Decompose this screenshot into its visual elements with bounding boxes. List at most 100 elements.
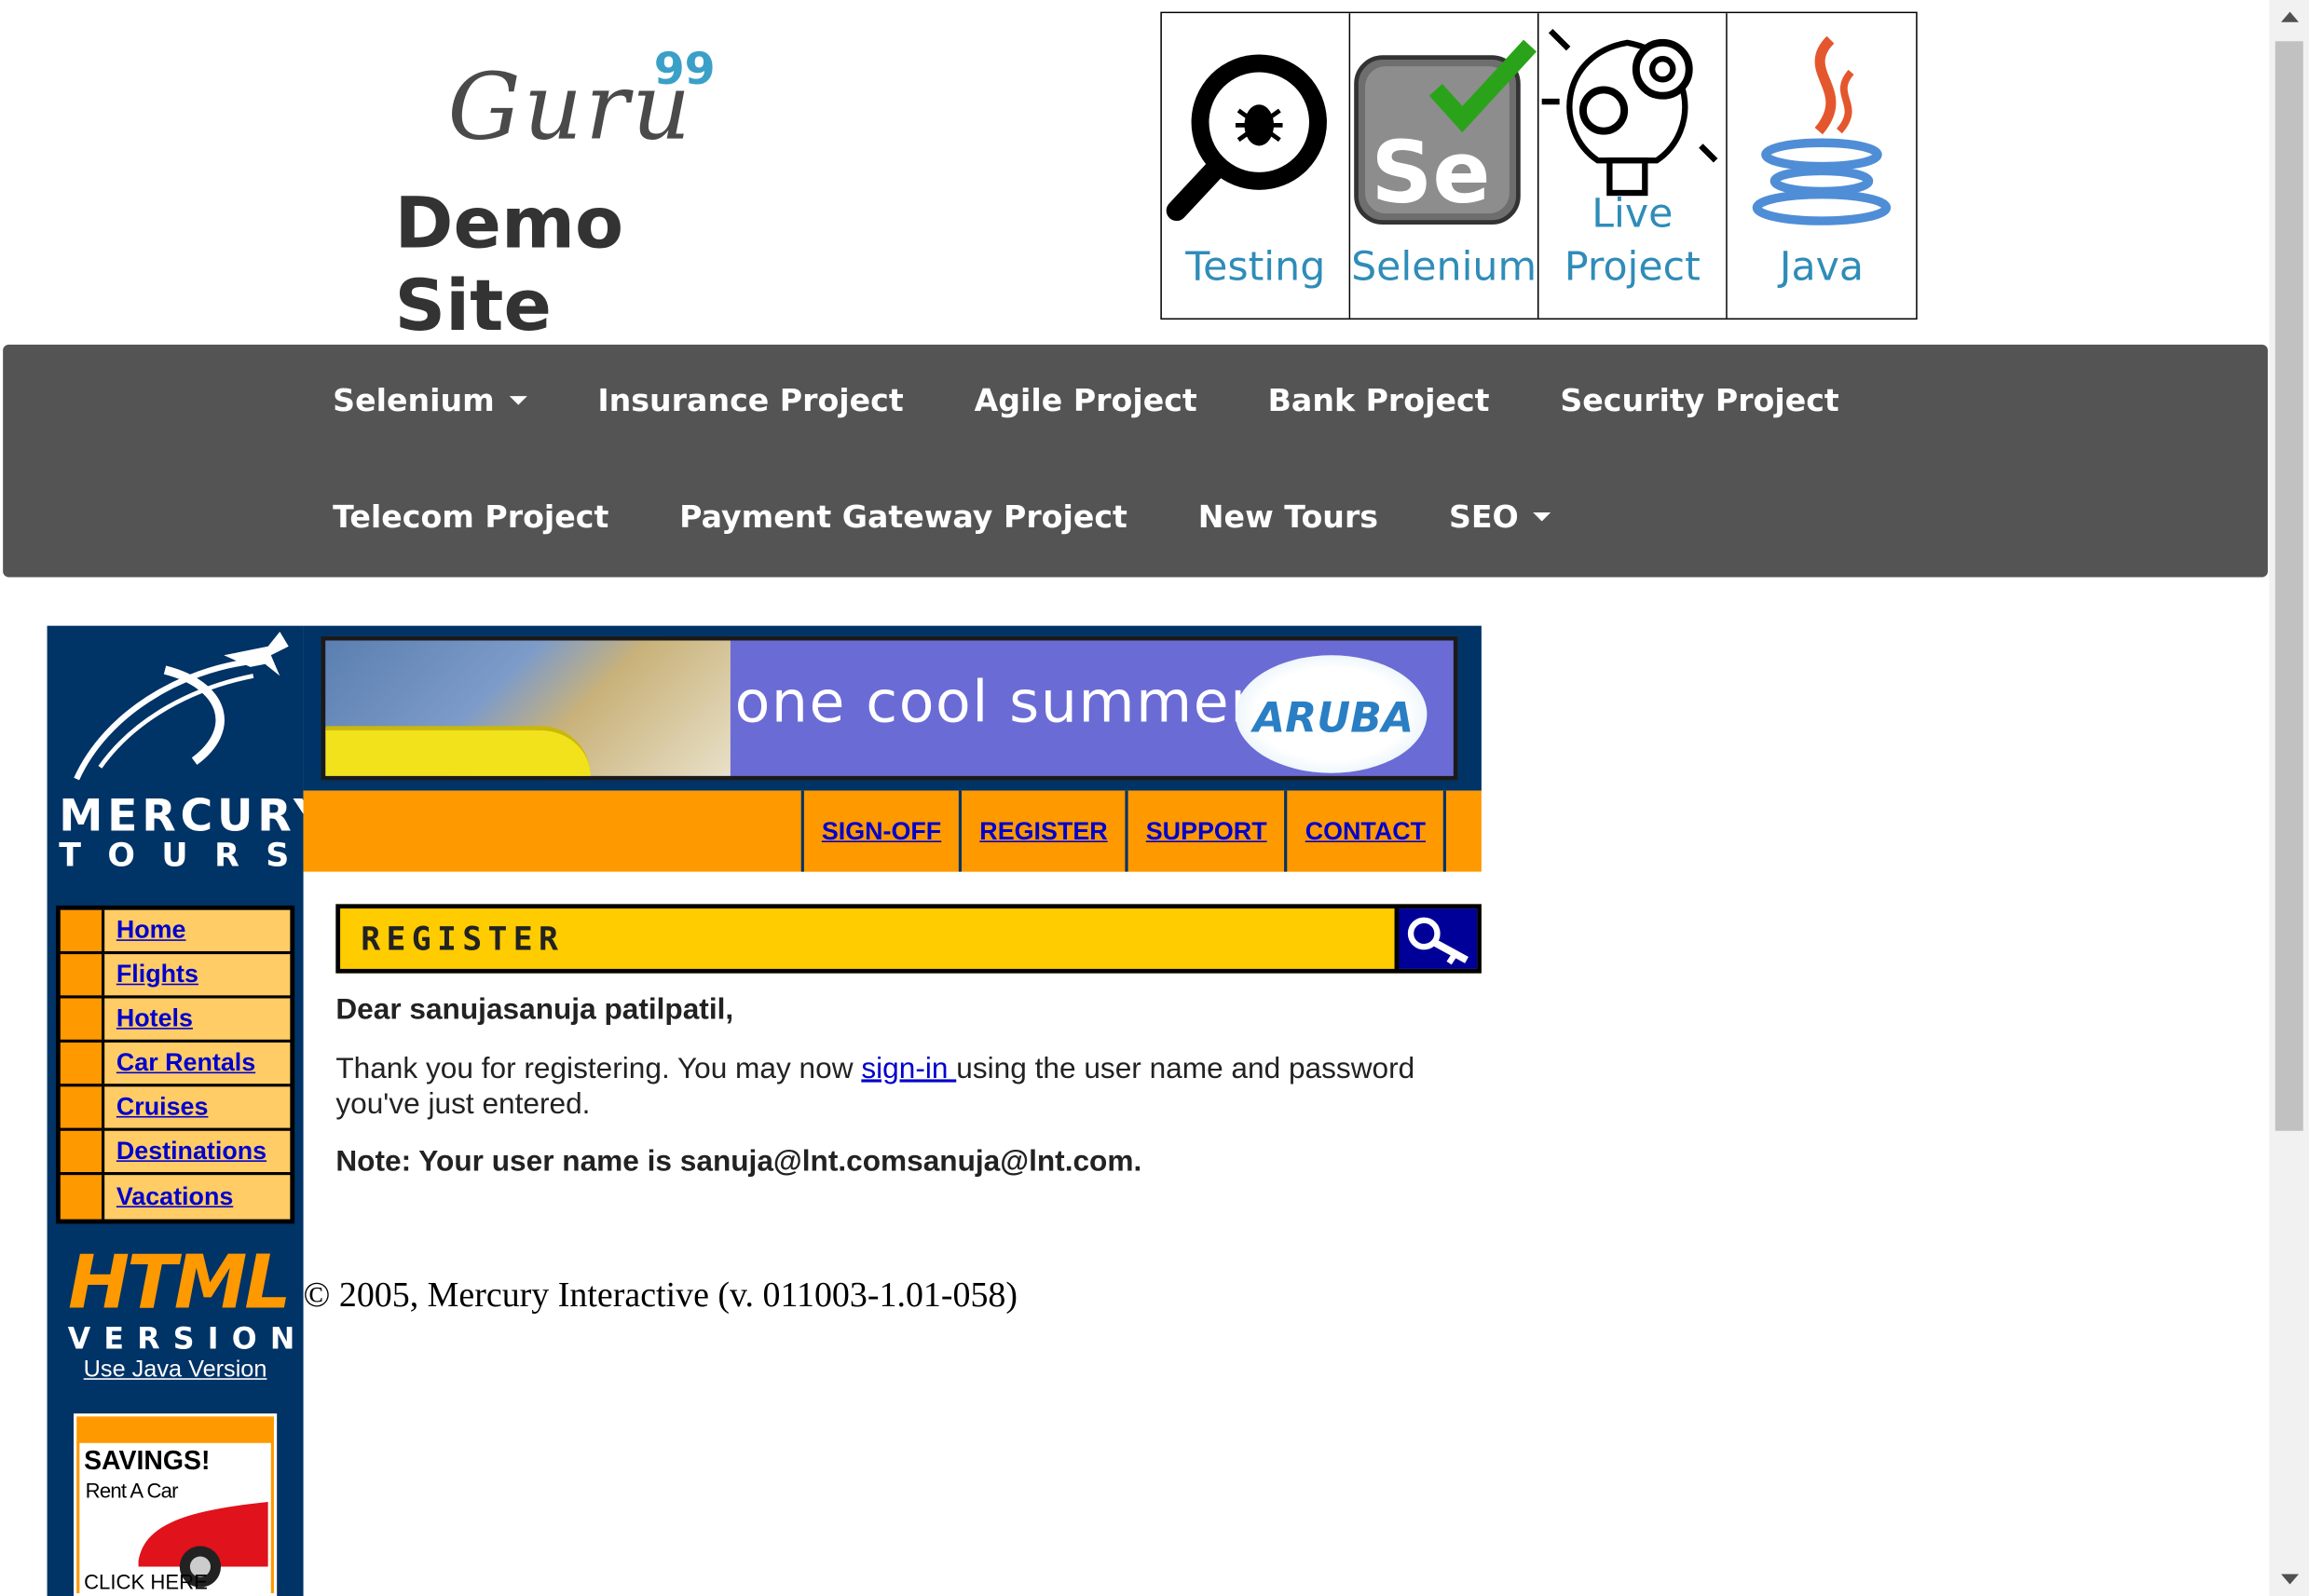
nav-label: Selenium: [333, 382, 495, 418]
bullet-square: [60, 998, 105, 1040]
thanks-before: Thank you for registering. You may now: [335, 1052, 862, 1085]
side-link-vacations[interactable]: Vacations: [116, 1182, 233, 1212]
logo-subtitle: Demo Site: [394, 182, 624, 348]
bullet-square: [60, 1042, 105, 1084]
tile-selenium[interactable]: Se Selenium: [1350, 13, 1539, 319]
nav-seo-dropdown[interactable]: SEO: [1449, 499, 1551, 535]
greeting: Dear sanujasanuja patilpatil,: [335, 993, 734, 1027]
side-nav-item: Cruises: [60, 1086, 291, 1131]
registration-message: Dear sanujasanuja patilpatil, Thank you …: [335, 994, 1469, 1180]
side-nav-item: Destinations: [60, 1130, 291, 1176]
side-nav-item: Home: [60, 909, 291, 955]
toplink-cell: CONTACT: [1284, 790, 1447, 872]
nav-insurance-project[interactable]: Insurance Project: [597, 383, 903, 418]
ad-panel: SAVINGS! Rent A Car CLICK HERE: [79, 1442, 271, 1593]
side-nav-cell: Hotels: [104, 998, 291, 1040]
register-section-header: REGISTER: [335, 904, 1482, 974]
nav-telecom-project[interactable]: Telecom Project: [333, 499, 608, 535]
caret-down-icon: [509, 396, 527, 405]
side-nav-cell: Car Rentals: [104, 1042, 291, 1084]
toplink-cell: SUPPORT: [1125, 790, 1285, 872]
guru99-logo[interactable]: Guru 99 Demo Site: [386, 41, 784, 348]
aruba-badge: ARUBA: [1235, 655, 1428, 773]
key-icon-svg: [1407, 917, 1469, 965]
side-nav-menu: Home Flights Hotels Car Rentals Cruises …: [56, 905, 295, 1224]
bullet-square: [60, 1130, 105, 1172]
scroll-down-arrow-icon[interactable]: [2281, 1574, 2300, 1585]
brand-top: MERCURY: [59, 790, 331, 842]
copyright-text: © 2005, Mercury Interactive (v. 011003-1…: [303, 1276, 1018, 1316]
side-nav-item: Car Rentals: [60, 1042, 291, 1087]
caret-down-icon: [1533, 512, 1551, 522]
tile-testing[interactable]: Testing: [1161, 13, 1351, 319]
nav-payment-gateway-project[interactable]: Payment Gateway Project: [679, 499, 1127, 535]
mercury-tours-frame: MERCURY TOURS one cool summer ARUBA SIGN…: [47, 625, 1482, 1596]
side-link-flights[interactable]: Flights: [116, 960, 198, 989]
banner-photo: [325, 640, 731, 776]
section-title: REGISTER: [361, 921, 565, 959]
side-nav-cell: Home: [104, 909, 291, 951]
side-link-car-rentals[interactable]: Car Rentals: [116, 1048, 255, 1078]
ad-cta: CLICK HERE: [84, 1569, 208, 1593]
bullet-square: [60, 909, 105, 951]
nav-new-tours[interactable]: New Tours: [1198, 499, 1378, 535]
register-link[interactable]: REGISTER: [979, 816, 1107, 846]
contact-link[interactable]: CONTACT: [1305, 816, 1426, 846]
course-tiles: Testing Se Selenium Live Project Java: [1160, 11, 1918, 320]
nav-bank-project[interactable]: Bank Project: [1268, 383, 1490, 418]
side-link-cruises[interactable]: Cruises: [116, 1093, 209, 1123]
html-version-big: HTML: [68, 1239, 292, 1326]
support-link[interactable]: SUPPORT: [1146, 816, 1267, 846]
top-links: SIGN-OFF REGISTER SUPPORT CONTACT: [800, 790, 1447, 872]
side-nav-cell: Destinations: [104, 1130, 291, 1172]
tile-label: Java: [1779, 244, 1865, 291]
nav-security-project[interactable]: Security Project: [1560, 383, 1838, 418]
scroll-up-arrow-icon[interactable]: [2281, 11, 2300, 22]
nav-selenium-dropdown[interactable]: Selenium: [333, 382, 527, 418]
sign-off-link[interactable]: SIGN-OFF: [822, 816, 941, 846]
key-icon: [1394, 908, 1478, 969]
vertical-scrollbar[interactable]: [2269, 0, 2309, 1596]
main-navbar: Selenium Insurance Project Agile Project…: [3, 344, 2268, 578]
nav-label: SEO: [1448, 498, 1519, 535]
mercury-logo[interactable]: MERCURY TOURS: [48, 626, 325, 884]
side-link-home[interactable]: Home: [116, 916, 186, 946]
raft-shape: [325, 726, 591, 776]
brand-bottom: TOURS: [59, 838, 316, 875]
nav-agile-project[interactable]: Agile Project: [975, 383, 1197, 418]
banner-text: one cool summer: [734, 670, 1256, 737]
side-link-destinations[interactable]: Destinations: [116, 1137, 266, 1166]
use-java-version-link[interactable]: Use Java Version: [84, 1357, 267, 1383]
side-nav-cell: Vacations: [104, 1175, 291, 1220]
toplink-cell: REGISTER: [959, 790, 1126, 872]
navbar-row: Selenium Insurance Project Agile Project…: [333, 383, 1909, 418]
side-nav-cell: Cruises: [104, 1086, 291, 1128]
aruba-text: ARUBA: [1252, 693, 1414, 743]
html-version-badge: HTML VERSION: [67, 1239, 308, 1357]
scrollbar-thumb[interactable]: [2275, 41, 2303, 1131]
rent-a-car-ad[interactable]: SAVINGS! Rent A Car CLICK HERE: [74, 1413, 278, 1596]
navbar-row: Telecom Project Payment Gateway Project …: [333, 499, 1621, 535]
logo-superscript: 99: [653, 44, 716, 96]
java-version-link-wrap: Use Java Version: [48, 1357, 304, 1384]
side-nav-item: Vacations: [60, 1175, 291, 1220]
bullet-square: [60, 954, 105, 996]
tile-label: Selenium: [1351, 244, 1537, 291]
aruba-banner-ad[interactable]: one cool summer ARUBA: [321, 635, 1458, 781]
sign-in-link[interactable]: sign-in: [861, 1053, 956, 1085]
plane-logo-icon: [74, 631, 289, 781]
bullet-square: [60, 1175, 105, 1220]
side-link-hotels[interactable]: Hotels: [116, 1004, 193, 1034]
tile-live-project[interactable]: Live Project: [1538, 13, 1728, 319]
toplink-cell: SIGN-OFF: [800, 790, 960, 872]
java-icon: [1752, 35, 1892, 225]
tile-label: Testing: [1185, 244, 1326, 291]
svg-text:Se: Se: [1371, 123, 1490, 223]
side-nav-item: Hotels: [60, 998, 291, 1043]
tile-java[interactable]: Java: [1727, 13, 1917, 319]
html-version-small: VERSION: [67, 1320, 308, 1357]
side-nav-item: Flights: [60, 954, 291, 999]
username-note: Note: Your user name is sanuja@lnt.comsa…: [335, 1145, 1142, 1179]
bullet-square: [60, 1086, 105, 1128]
thanks-message: Thank you for registering. You may now s…: [335, 1051, 1469, 1122]
